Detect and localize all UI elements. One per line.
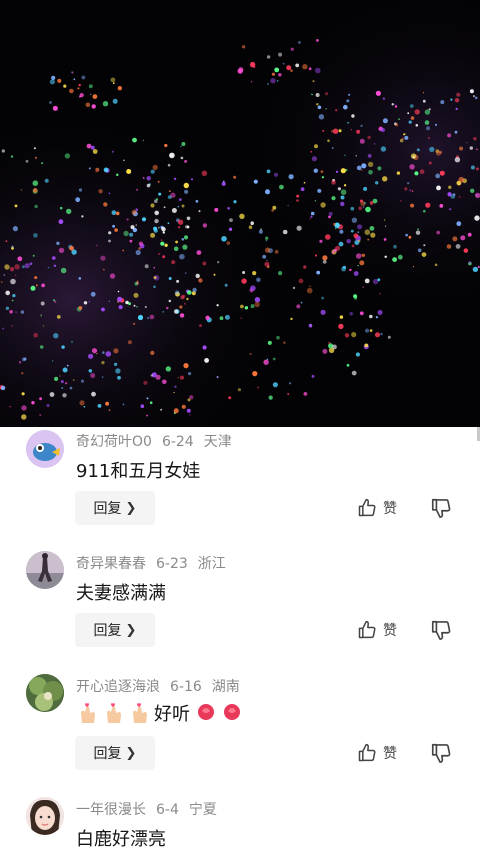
- thumbs-up-icon: [358, 620, 376, 639]
- username[interactable]: 开心追逐海浪: [76, 679, 160, 695]
- chevron-right-icon: ❯: [125, 622, 137, 638]
- comment-item: 开心追逐海浪 6-16 湖南 好听 回复 ❯ 赞: [0, 672, 480, 795]
- avatar[interactable]: [26, 674, 64, 712]
- like-label: 赞: [383, 501, 397, 517]
- like-label: 赞: [383, 623, 397, 639]
- thumbs-down-icon[interactable]: [430, 742, 452, 764]
- comment-list: 奇幻荷叶O0 6-24 天津 911和五月女娃 回复 ❯ 赞 奇异果春春 6-23 浙江…: [0, 427, 480, 853]
- reply-button[interactable]: 回复 ❯: [75, 736, 155, 770]
- finger-heart-emoji: [107, 703, 121, 723]
- rose-emoji: [224, 704, 240, 721]
- comment-date: 6-16: [170, 679, 202, 695]
- comment-location: 浙江: [197, 556, 226, 572]
- chevron-right-icon: ❯: [125, 500, 137, 516]
- comment-date: 6-4: [156, 802, 179, 818]
- comment-meta: 一年很漫长 6-4 宁夏: [76, 799, 227, 819]
- concert-night-scene: [0, 0, 480, 427]
- reply-label: 回复: [93, 623, 122, 639]
- rose-emoji: [198, 704, 214, 721]
- comment-location: 湖南: [211, 679, 240, 695]
- like-button[interactable]: 赞: [357, 497, 397, 519]
- comment-meta: 奇幻荷叶O0 6-24 天津: [76, 431, 242, 451]
- comment-text: 白鹿好漂亮: [76, 829, 166, 850]
- thumbs-down-icon[interactable]: [430, 497, 452, 519]
- avatar[interactable]: [26, 430, 64, 468]
- comment-item: 一年很漫长 6-4 宁夏 白鹿好漂亮: [0, 795, 480, 853]
- thumbs-up-icon: [358, 498, 376, 517]
- avatar[interactable]: [26, 797, 64, 835]
- comment-location: 天津: [203, 434, 232, 450]
- username[interactable]: 奇异果春春: [76, 556, 146, 572]
- comment-date: 6-23: [156, 556, 188, 572]
- comment-meta: 开心追逐海浪 6-16 湖南: [76, 676, 250, 696]
- comment-text-body: 好听: [154, 704, 190, 725]
- video-player[interactable]: [0, 0, 480, 427]
- finger-heart-emoji: [81, 703, 95, 723]
- comment-item: 奇幻荷叶O0 6-24 天津 911和五月女娃 回复 ❯ 赞: [0, 427, 480, 549]
- reply-label: 回复: [93, 746, 122, 762]
- comment-item: 奇异果春春 6-23 浙江 夫妻感满满 回复 ❯ 赞: [0, 549, 480, 672]
- like-button[interactable]: 赞: [357, 742, 397, 764]
- comment-text: 好听: [76, 700, 246, 726]
- like-label: 赞: [383, 746, 397, 762]
- reply-button[interactable]: 回复 ❯: [75, 491, 155, 525]
- comment-text: 911和五月女娃: [76, 461, 201, 482]
- thumbs-up-icon: [358, 743, 376, 762]
- avatar[interactable]: [26, 551, 64, 589]
- like-button[interactable]: 赞: [357, 619, 397, 641]
- comment-meta: 奇异果春春 6-23 浙江: [76, 553, 236, 573]
- comment-date: 6-24: [161, 434, 194, 450]
- username[interactable]: 奇幻荷叶O0: [76, 434, 152, 450]
- chevron-right-icon: ❯: [125, 745, 137, 761]
- reply-button[interactable]: 回复 ❯: [75, 613, 155, 647]
- reply-label: 回复: [93, 501, 122, 517]
- comment-location: 宁夏: [188, 802, 217, 818]
- username[interactable]: 一年很漫长: [76, 802, 146, 818]
- comment-text: 夫妻感满满: [76, 583, 166, 604]
- finger-heart-emoji: [133, 703, 147, 723]
- thumbs-down-icon[interactable]: [430, 619, 452, 641]
